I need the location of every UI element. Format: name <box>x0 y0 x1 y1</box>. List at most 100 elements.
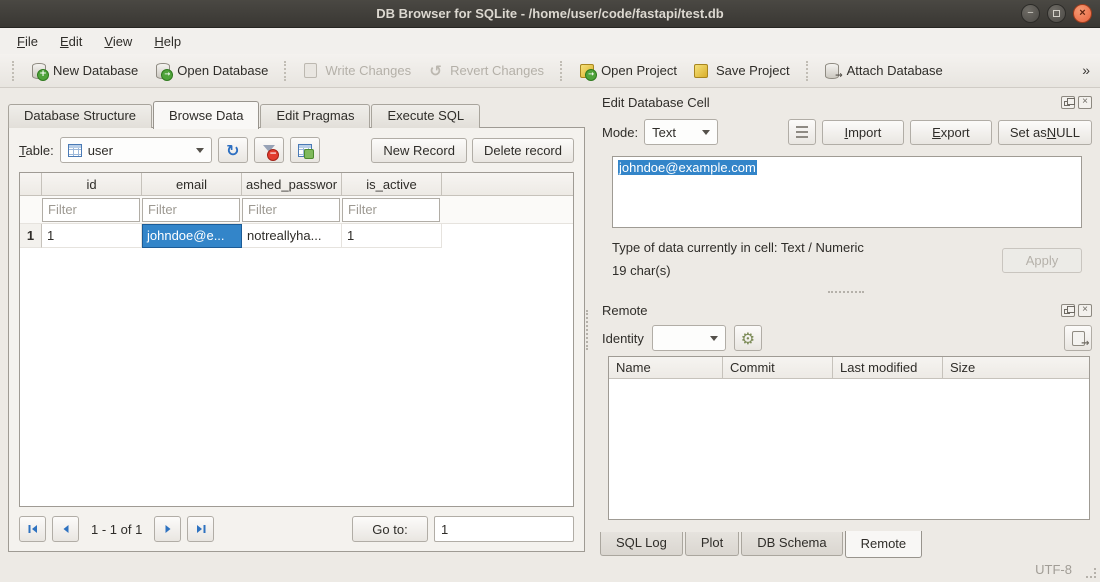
column-header-ashed-passwor[interactable]: ashed_passwor <box>242 173 342 195</box>
previous-page-button[interactable] <box>52 516 79 542</box>
toolbar-separator[interactable] <box>12 61 14 81</box>
window-controls: − × <box>1021 4 1092 23</box>
bottom-tab-sql-log[interactable]: SQL Log <box>600 532 683 556</box>
bottom-tab-remote[interactable]: Remote <box>845 531 923 558</box>
filter-input-is-active[interactable] <box>342 198 440 222</box>
new-record-button[interactable]: New Record <box>371 138 467 163</box>
identity-settings-button[interactable] <box>734 325 762 351</box>
filter-row <box>20 196 573 224</box>
grid-corner[interactable] <box>20 173 42 195</box>
delete-record-button[interactable]: Delete record <box>472 138 574 163</box>
word-wrap-button[interactable] <box>788 119 816 145</box>
mode-select-value: Text <box>652 125 676 140</box>
remote-table-body[interactable] <box>609 379 1089 519</box>
write-icon <box>302 62 319 79</box>
menu-file[interactable]: File <box>6 30 49 53</box>
word-wrap-icon <box>796 126 808 138</box>
column-header-is-active[interactable]: is_active <box>342 173 442 195</box>
close-button[interactable]: × <box>1073 4 1092 23</box>
apply-button[interactable]: Apply <box>1002 248 1082 273</box>
db-new-icon <box>30 62 47 79</box>
table-cell-is-active[interactable]: 1 <box>342 224 442 248</box>
goto-button[interactable]: Go to: <box>352 516 428 542</box>
toolbar-separator[interactable] <box>806 61 808 81</box>
dock-buttons: × <box>1061 96 1092 109</box>
filter-input-id[interactable] <box>42 198 140 222</box>
edit-cell-controls: Mode: Text Import Export Set as NULL <box>602 118 1092 146</box>
set-as-null-button[interactable]: Set as NULL <box>998 120 1092 145</box>
close-dock-button[interactable]: × <box>1078 304 1092 317</box>
export-button[interactable]: Export <box>910 120 992 145</box>
window-title: DB Browser for SQLite - /home/user/code/… <box>376 6 723 21</box>
resize-grip[interactable] <box>1085 567 1096 578</box>
close-dock-button[interactable]: × <box>1078 96 1092 109</box>
identity-select[interactable] <box>652 325 726 351</box>
grid-header-filler <box>442 173 573 195</box>
toolbar-separator[interactable] <box>560 61 562 81</box>
titlebar: DB Browser for SQLite - /home/user/code/… <box>0 0 1100 28</box>
filter-input-email[interactable] <box>142 198 240 222</box>
open-database-button[interactable]: Open Database <box>146 58 276 83</box>
bottom-tab-db-schema[interactable]: DB Schema <box>741 532 842 556</box>
refresh-button[interactable] <box>218 137 248 163</box>
column-header-email[interactable]: email <box>142 173 242 195</box>
table-cell-id[interactable]: 1 <box>42 224 142 248</box>
db-open-icon <box>154 62 171 79</box>
menu-edit[interactable]: Edit <box>49 30 93 53</box>
toolbar-separator[interactable] <box>284 61 286 81</box>
table-select[interactable]: user <box>60 137 212 163</box>
save-results-icon <box>298 144 312 157</box>
next-page-icon <box>162 523 174 535</box>
save-project-label: Save Project <box>716 63 790 78</box>
grid-body[interactable] <box>20 248 573 506</box>
attach-database-button[interactable]: Attach Database <box>816 58 951 83</box>
goto-input[interactable] <box>434 516 574 542</box>
save-results-button[interactable] <box>290 137 320 163</box>
float-dock-button[interactable] <box>1061 304 1075 317</box>
menu-view[interactable]: View <box>93 30 143 53</box>
table-cell-email[interactable]: johndoe@e... <box>142 224 242 248</box>
remote-column-size[interactable]: Size <box>943 357 1089 378</box>
first-page-button[interactable] <box>19 516 46 542</box>
table-icon <box>68 144 82 157</box>
tab-browse-data[interactable]: Browse Data <box>153 101 259 129</box>
remote-column-name[interactable]: Name <box>609 357 723 378</box>
float-dock-button[interactable] <box>1061 96 1075 109</box>
remote-column-last-modified[interactable]: Last modified <box>833 357 943 378</box>
row-header[interactable]: 1 <box>20 224 42 248</box>
column-header-id[interactable]: id <box>42 173 142 195</box>
import-button[interactable]: Import <box>822 120 904 145</box>
filter-input-ashed-passwor[interactable] <box>242 198 340 222</box>
bottom-tab-plot[interactable]: Plot <box>685 532 739 556</box>
open-database-label: Open Database <box>177 63 268 78</box>
right-dock-area: Edit Database Cell × Mode: Text Import E… <box>592 88 1100 560</box>
tab-execute-sql[interactable]: Execute SQL <box>371 104 480 128</box>
tab-edit-pragmas[interactable]: Edit Pragmas <box>260 104 370 128</box>
save-project-button[interactable]: Save Project <box>685 58 798 83</box>
cell-editor[interactable]: johndoe@example.com <box>612 156 1082 228</box>
last-page-button[interactable] <box>187 516 214 542</box>
toolbar-overflow-button[interactable]: » <box>1082 62 1090 78</box>
tab-database-structure[interactable]: Database Structure <box>8 104 152 128</box>
table-cell-ashed-passwor[interactable]: notreallyha... <box>242 224 342 248</box>
vertical-splitter[interactable] <box>586 310 590 350</box>
push-database-button[interactable] <box>1064 325 1092 351</box>
clear-filters-button[interactable] <box>254 137 284 163</box>
chevron-down-icon <box>196 148 204 153</box>
new-database-button[interactable]: New Database <box>22 58 146 83</box>
maximize-icon <box>1053 10 1060 17</box>
browse-data-pane: Table: user New Record Delete record ide… <box>8 127 585 552</box>
table-label: Table: <box>19 143 54 158</box>
horizontal-splitter[interactable] <box>592 288 1100 296</box>
minimize-button[interactable]: − <box>1021 4 1040 23</box>
mode-select[interactable]: Text <box>644 119 718 145</box>
previous-page-icon <box>60 523 72 535</box>
remote-column-commit[interactable]: Commit <box>723 357 833 378</box>
table-row: 11johndoe@e...notreallyha...1 <box>20 224 573 248</box>
open-project-button[interactable]: Open Project <box>570 58 685 83</box>
remote-file-table: NameCommitLast modifiedSize <box>608 356 1090 520</box>
identity-label: Identity <box>602 331 644 346</box>
menu-help[interactable]: Help <box>143 30 192 53</box>
maximize-button[interactable] <box>1047 4 1066 23</box>
next-page-button[interactable] <box>154 516 181 542</box>
